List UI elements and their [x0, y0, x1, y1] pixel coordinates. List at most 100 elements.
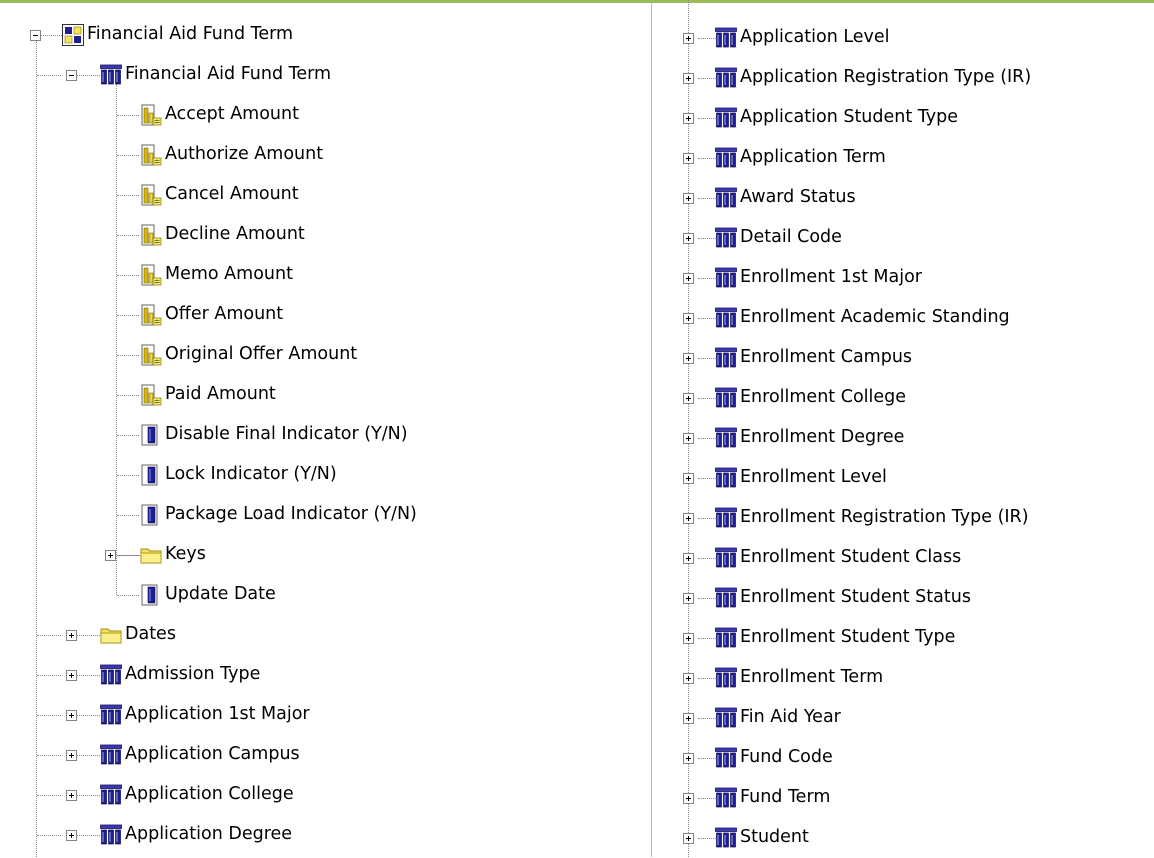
tree-node-enrollment-academic-standing[interactable]: Enrollment Academic Standing: [652, 298, 1154, 338]
tree-node-student[interactable]: Student: [652, 818, 1154, 858]
tree-connector-line: [76, 675, 100, 676]
tree-node-admission-type[interactable]: Admission Type: [0, 655, 650, 695]
tree-node-label: Accept Amount: [165, 104, 299, 124]
dimension-icon: [715, 547, 737, 569]
tree-node-enrollment-registration-type[interactable]: Enrollment Registration Type (IR): [652, 498, 1154, 538]
tree-node-disable-final-indicator[interactable]: Disable Final Indicator (Y/N): [0, 415, 650, 455]
expand-plus-icon[interactable]: [683, 833, 694, 844]
measure-icon: [140, 304, 162, 326]
tree-connector-line: [76, 795, 100, 796]
expand-plus-icon[interactable]: [683, 673, 694, 684]
tree-node-label: Authorize Amount: [165, 144, 324, 164]
expand-plus-icon[interactable]: [683, 153, 694, 164]
tree-node-enrollment-college[interactable]: Enrollment College: [652, 378, 1154, 418]
tree-node-keys[interactable]: Keys: [0, 535, 650, 575]
tree-node-enrollment-student-status[interactable]: Enrollment Student Status: [652, 578, 1154, 618]
dimension-icon: [715, 747, 737, 769]
tree-connector-line: [115, 555, 140, 556]
expand-plus-icon[interactable]: [683, 633, 694, 644]
tree-node-application-1st-major[interactable]: Application 1st Major: [0, 695, 650, 735]
expand-plus-icon[interactable]: [683, 33, 694, 44]
expand-plus-icon[interactable]: [683, 193, 694, 204]
expand-plus-icon[interactable]: [683, 593, 694, 604]
expand-plus-icon[interactable]: [683, 113, 694, 124]
expand-plus-icon[interactable]: [683, 273, 694, 284]
expand-plus-icon[interactable]: [683, 473, 694, 484]
tree-connector-line: [117, 315, 139, 316]
tree-node-accept-amount[interactable]: Accept Amount: [0, 95, 650, 135]
tree-connector-line: [117, 155, 139, 156]
expand-plus-icon[interactable]: [66, 750, 77, 761]
tree-node-authorize-amount[interactable]: Authorize Amount: [0, 135, 650, 175]
tree-node-enrollment-level[interactable]: Enrollment Level: [652, 458, 1154, 498]
tree-node-enrollment-degree[interactable]: Enrollment Degree: [652, 418, 1154, 458]
tree-node-fund-code[interactable]: Fund Code: [652, 738, 1154, 778]
dimension-icon: [100, 744, 122, 766]
tree-node-update-date[interactable]: Update Date: [0, 575, 650, 615]
expand-plus-icon[interactable]: [683, 73, 694, 84]
tree-node-application-term[interactable]: Application Term: [652, 138, 1154, 178]
tree-node-label: Enrollment Academic Standing: [740, 307, 1010, 327]
tree-node-application-college[interactable]: Application College: [0, 775, 650, 815]
tree-node-application-registration-type[interactable]: Application Registration Type (IR): [652, 58, 1154, 98]
expand-plus-icon[interactable]: [66, 670, 77, 681]
tree-node-label: Financial Aid Fund Term: [125, 64, 332, 84]
expand-plus-icon[interactable]: [683, 393, 694, 404]
expand-plus-icon[interactable]: [66, 710, 77, 721]
dimension-icon: [715, 27, 737, 49]
tree-node-lock-indicator[interactable]: Lock Indicator (Y/N): [0, 455, 650, 495]
dimension-icon: [715, 387, 737, 409]
expand-plus-icon[interactable]: [66, 630, 77, 641]
tree-node-enrollment-1st-major[interactable]: Enrollment 1st Major: [652, 258, 1154, 298]
expand-plus-icon[interactable]: [683, 713, 694, 724]
tree-connector-line: [117, 275, 139, 276]
tree-node-financial-aid-fund-term[interactable]: Financial Aid Fund Term: [0, 55, 650, 95]
dimension-icon: [715, 827, 737, 849]
tree-node-label: Detail Code: [740, 227, 842, 247]
expand-plus-icon[interactable]: [683, 793, 694, 804]
tree-node-enrollment-student-type[interactable]: Enrollment Student Type: [652, 618, 1154, 658]
collapse-minus-icon[interactable]: [30, 30, 41, 41]
expand-plus-icon[interactable]: [683, 313, 694, 324]
dimension-icon: [100, 784, 122, 806]
tree-node-offer-amount[interactable]: Offer Amount: [0, 295, 650, 335]
tree-node-application-student-type[interactable]: Application Student Type: [652, 98, 1154, 138]
tree-node-application-campus[interactable]: Application Campus: [0, 735, 650, 775]
tree-connector-line: [76, 75, 100, 76]
tree-node-label: Fin Aid Year: [740, 707, 841, 727]
tree-node-paid-amount[interactable]: Paid Amount: [0, 375, 650, 415]
expand-plus-icon[interactable]: [66, 790, 77, 801]
hierarchy-icon: [62, 24, 84, 46]
measure-icon: [140, 184, 162, 206]
tree-node-dates[interactable]: Dates: [0, 615, 650, 655]
expand-plus-icon[interactable]: [683, 513, 694, 524]
tree-node-memo-amount[interactable]: Memo Amount: [0, 255, 650, 295]
tree-node-award-status[interactable]: Award Status: [652, 178, 1154, 218]
collapse-minus-icon[interactable]: [66, 70, 77, 81]
expand-plus-icon[interactable]: [683, 433, 694, 444]
tree-node-label: Application College: [125, 784, 294, 804]
tree-node-enrollment-term[interactable]: Enrollment Term: [652, 658, 1154, 698]
tree-node-financial-aid-fund-term-root[interactable]: Financial Aid Fund Term: [0, 15, 650, 55]
tree-node-label: Application Campus: [125, 744, 300, 764]
expand-plus-icon[interactable]: [683, 753, 694, 764]
expand-plus-icon[interactable]: [683, 233, 694, 244]
tree-node-application-level[interactable]: Application Level: [652, 18, 1154, 58]
tree-node-enrollment-student-class[interactable]: Enrollment Student Class: [652, 538, 1154, 578]
tree-node-fund-term[interactable]: Fund Term: [652, 778, 1154, 818]
tree-node-application-degree[interactable]: Application Degree: [0, 815, 650, 855]
expand-plus-icon[interactable]: [66, 830, 77, 841]
tree-node-detail-code[interactable]: Detail Code: [652, 218, 1154, 258]
dimension-icon: [715, 187, 737, 209]
tree-node-cancel-amount[interactable]: Cancel Amount: [0, 175, 650, 215]
tree-node-decline-amount[interactable]: Decline Amount: [0, 215, 650, 255]
expand-plus-icon[interactable]: [105, 550, 116, 561]
tree-connector-line: [117, 515, 139, 516]
expand-plus-icon[interactable]: [683, 353, 694, 364]
tree-node-package-load-indicator[interactable]: Package Load Indicator (Y/N): [0, 495, 650, 535]
tree-node-original-offer-amount[interactable]: Original Offer Amount: [0, 335, 650, 375]
tree-node-label: Disable Final Indicator (Y/N): [165, 424, 408, 444]
tree-node-enrollment-campus[interactable]: Enrollment Campus: [652, 338, 1154, 378]
tree-node-fin-aid-year[interactable]: Fin Aid Year: [652, 698, 1154, 738]
expand-plus-icon[interactable]: [683, 553, 694, 564]
